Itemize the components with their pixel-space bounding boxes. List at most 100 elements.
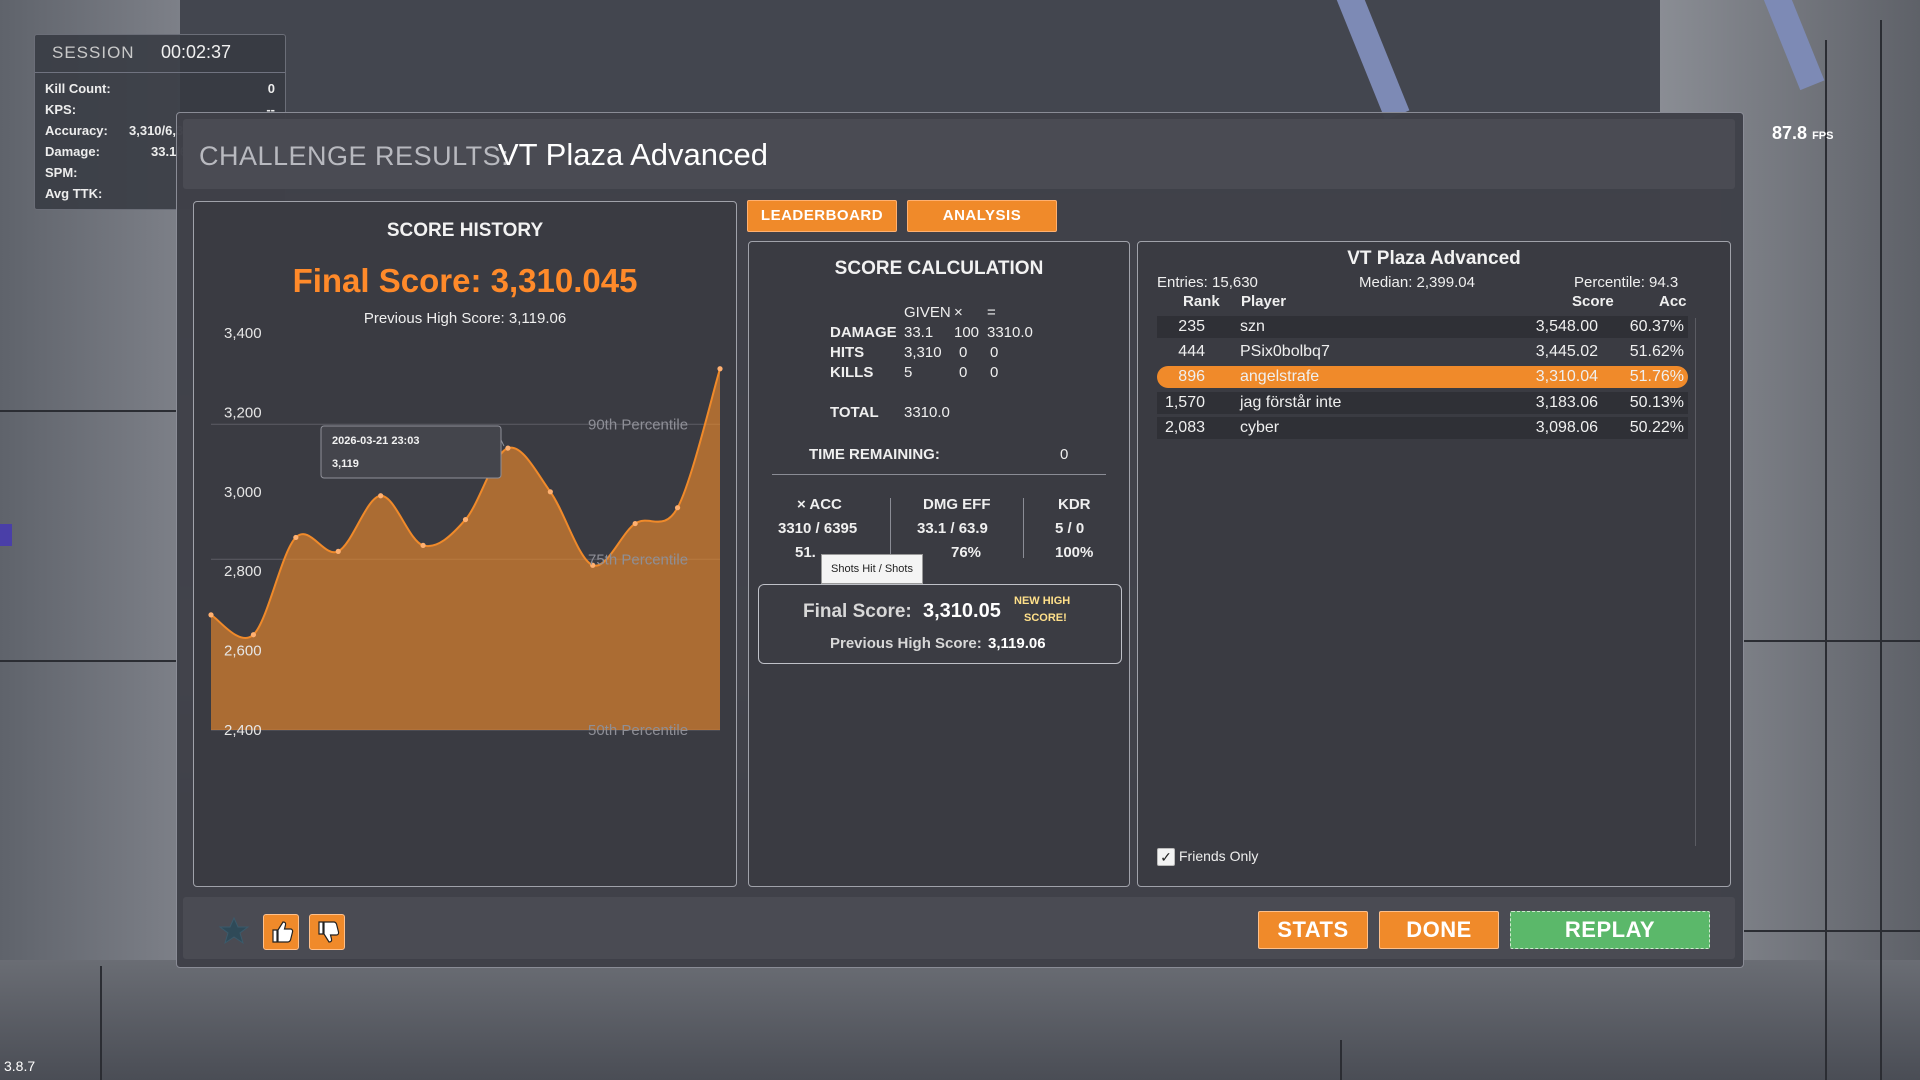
score-calculation-title: SCORE CALCULATION [834, 258, 1044, 279]
header-acc: Acc [1659, 293, 1687, 310]
entries-count: Entries: 15,630 [1157, 274, 1258, 291]
acc-value: 3310 / 6395 [778, 520, 858, 537]
replay-button[interactable]: REPLAY [1510, 911, 1710, 949]
fps-value: 87.8 [1772, 123, 1808, 143]
score-history-chart[interactable]: 3,400 3,200 3,000 2,800 2,600 2,400 90th Perce… [194, 202, 736, 886]
session-title: SESSION [52, 43, 135, 62]
acc-percent: 51. [795, 544, 816, 561]
calc-row-label: DAMAGE [830, 324, 897, 341]
row-player: cyber [1240, 419, 1280, 436]
calc-mult: 0 [959, 364, 968, 381]
row-rank: 444 [1178, 343, 1205, 360]
version-label: 3.8.7 [4, 1058, 36, 1074]
friends-only-checkbox[interactable]: ✓ [1157, 848, 1175, 866]
floor [0, 960, 1920, 1080]
leaderboard-row[interactable]: 2,083 cyber 3,098.06 50.22% [1157, 417, 1688, 439]
percentile: Percentile: 94.3 [1574, 274, 1679, 291]
prev-high-label: Previous High Score: [830, 635, 982, 652]
score-point [420, 542, 426, 548]
calc-result: 3310.0 [987, 324, 1033, 341]
final-score-label: Final Score: [803, 601, 912, 622]
friends-only-label: Friends Only [1179, 848, 1259, 864]
dialog-footer: STATS DONE REPLAY [183, 897, 1735, 959]
target-marker [0, 524, 12, 546]
challenge-results-dialog: CHALLENGE RESULTS: VT Plaza Advanced SCO… [176, 112, 1744, 968]
percentile-label: 75th Percentile [588, 551, 688, 568]
score-point [462, 516, 469, 523]
wall-line [1880, 20, 1882, 1080]
calc-given: 33.1 [904, 324, 934, 341]
score-point [378, 493, 384, 499]
prev-high-value: 3,119.06 [988, 635, 1046, 652]
wall-line [100, 966, 102, 1080]
col-given: GIVEN [904, 304, 951, 321]
thumbs-down-icon[interactable] [309, 914, 345, 950]
dialog-header: CHALLENGE RESULTS: VT Plaza Advanced [183, 119, 1735, 189]
new-high-score-badge-line1: NEW HIGH [1014, 595, 1071, 607]
scenario-name: VT Plaza Advanced [498, 137, 768, 172]
percentile-label: 90th Percentile [588, 416, 688, 433]
score-point [208, 612, 214, 618]
row-acc: 60.37% [1629, 318, 1684, 335]
kdr-percent: 100% [1055, 544, 1094, 561]
score-history-panel: SCORE HISTORY Final Score: 3,310.045 Pre… [193, 201, 737, 887]
row-acc: 50.13% [1629, 394, 1684, 411]
dmg-eff-label: DMG EFF [923, 496, 991, 513]
row-rank: 2,083 [1164, 419, 1205, 436]
score-point [674, 505, 681, 511]
score-point [250, 632, 257, 638]
hud-label: Accuracy: [45, 123, 108, 138]
leaderboard-row[interactable]: 235 szn 3,548.00 60.37% [1157, 316, 1688, 338]
header-rank: Rank [1183, 293, 1220, 310]
calc-result: 0 [990, 364, 999, 381]
divider [35, 72, 285, 73]
row-score: 3,310.04 [1535, 368, 1598, 385]
acc-label: × ACC [797, 496, 842, 513]
kdr-label: KDR [1058, 496, 1091, 513]
row-acc: 51.62% [1629, 343, 1684, 360]
fps-unit: FPS [1812, 130, 1834, 142]
dmg-eff-percent: 76% [951, 544, 982, 561]
dialog-label: CHALLENGE RESULTS: [199, 141, 510, 171]
done-button[interactable]: DONE [1379, 911, 1499, 949]
row-rank: 235 [1178, 318, 1205, 335]
calc-row-label: KILLS [830, 364, 874, 381]
col-times: × [954, 304, 963, 321]
calc-given: 3,310 [904, 344, 942, 361]
y-tick-label: 3,000 [224, 484, 262, 501]
time-remaining-value: 0 [1060, 446, 1069, 463]
leaderboard-scrollbar[interactable] [1695, 318, 1696, 846]
leaderboard-row[interactable]: 1,570 jag förstår inte 3,183.06 50.13% [1157, 392, 1688, 414]
leaderboard-row[interactable]: 444 PSix0bolbq7 3,445.02 51.62% [1157, 341, 1688, 363]
hud-kill-count: Kill Count: 0 [45, 81, 275, 96]
tab-analysis[interactable]: ANALYSIS [907, 200, 1057, 232]
calc-mult: 0 [959, 344, 968, 361]
dmg-eff-value: 33.1 / 63.9 [917, 520, 988, 537]
chart-tooltip-date: 2026-03-21 23:03 [332, 435, 419, 447]
calc-result: 0 [990, 344, 999, 361]
leaderboard-panel: VT Plaza Advanced Entries: 15,630 Median… [1137, 241, 1731, 887]
session-time: 00:02:37 [161, 42, 232, 62]
total-label: TOTAL [830, 404, 879, 421]
row-score: 3,183.06 [1535, 394, 1598, 411]
wall-line [0, 410, 176, 412]
thumbs-up-icon[interactable] [263, 914, 299, 950]
favorite-star-icon[interactable] [217, 914, 251, 948]
score-point [505, 445, 511, 451]
row-player: jag förstår inte [1240, 394, 1342, 411]
percentile-label: 50th Percentile [588, 722, 688, 739]
y-tick-label: 2,400 [224, 722, 262, 739]
row-score: 3,445.02 [1535, 343, 1598, 360]
tab-leaderboard[interactable]: LEADERBOARD [747, 200, 897, 232]
row-rank: 896 [1178, 368, 1205, 385]
kdr-value: 5 / 0 [1055, 520, 1085, 537]
total-value: 3310.0 [904, 404, 950, 421]
y-tick-label: 3,200 [224, 404, 262, 421]
hud-label: Kill Count: [45, 81, 111, 96]
final-score-box: Final Score: 3,310.05 NEW HIGH SCORE! Pr… [758, 584, 1122, 664]
header-player: Player [1241, 293, 1287, 310]
wall-line [0, 660, 176, 662]
leaderboard-row-current-user[interactable]: 896 angelstrafe 3,310.04 51.76% [1157, 366, 1688, 388]
stats-button[interactable]: STATS [1258, 911, 1368, 949]
divider [1023, 498, 1024, 558]
